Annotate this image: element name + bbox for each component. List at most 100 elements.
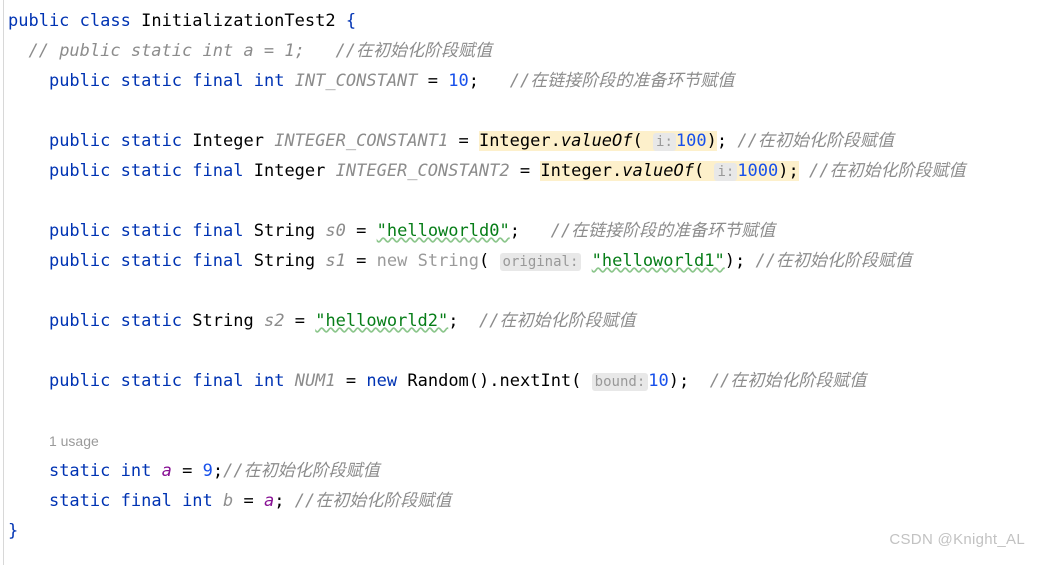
keyword-static: static xyxy=(120,371,183,391)
trailing-comment: //在初始化阶段赋值 xyxy=(335,41,493,61)
code-line-13[interactable]: public static final int NUM1 = new Rando… xyxy=(0,366,1042,396)
code-line-6[interactable]: public static final Integer INTEGER_CONS… xyxy=(0,156,1042,186)
constructor-random: Random() xyxy=(407,371,490,391)
type-integer: Integer xyxy=(253,161,326,181)
field-int-constant: INT_CONSTANT xyxy=(294,71,418,91)
code-line-10-blank xyxy=(0,276,1042,306)
code-line-15[interactable]: 1 usage xyxy=(0,426,1042,456)
operator-assign: = xyxy=(519,161,531,181)
keyword-public: public xyxy=(48,371,111,391)
paren-open: ( xyxy=(571,371,582,391)
keyword-static: static xyxy=(120,161,183,181)
field-integer-constant1: INTEGER_CONSTANT1 xyxy=(274,131,449,151)
code-line-5[interactable]: public static Integer INTEGER_CONSTANT1 … xyxy=(0,126,1042,156)
keyword-final: final xyxy=(192,251,244,271)
usage-count-hint[interactable]: 1 usage xyxy=(49,433,99,449)
code-line-1[interactable]: public class InitializationTest2 { xyxy=(0,6,1042,36)
literal-10: 10 xyxy=(648,371,669,391)
field-num1: NUM1 xyxy=(294,371,336,391)
code-line-18[interactable]: } xyxy=(0,516,1042,546)
operator-assign: = xyxy=(458,131,469,151)
trailing-comment: //在链接阶段的准备环节赋值 xyxy=(550,221,776,241)
string-literal-helloworld0: "helloworld0" xyxy=(376,221,510,241)
code-line-9[interactable]: public static final String s1 = new Stri… xyxy=(0,246,1042,276)
literal-9: 9 xyxy=(202,461,213,481)
semicolon: ; xyxy=(509,221,520,241)
field-b: b xyxy=(223,491,234,511)
semicolon: ; xyxy=(788,161,799,181)
keyword-static: static xyxy=(120,131,183,151)
code-line-17[interactable]: static final int b = a; //在初始化阶段赋值 xyxy=(0,486,1042,516)
operator-assign: = xyxy=(294,311,305,331)
keyword-static: static xyxy=(120,71,183,91)
param-hint-original: original: xyxy=(499,253,582,271)
paren-close: ) xyxy=(724,251,735,271)
trailing-comment: //在初始化阶段赋值 xyxy=(709,371,867,391)
code-line-11[interactable]: public static String s2 = "helloworld2";… xyxy=(0,306,1042,336)
keyword-static: static xyxy=(48,461,111,481)
type-string: String xyxy=(253,251,316,271)
keyword-class: class xyxy=(79,11,131,31)
keyword-static: static xyxy=(120,221,183,241)
type-integer: Integer xyxy=(192,131,264,151)
code-content[interactable]: public class InitializationTest2 { // pu… xyxy=(0,6,1042,546)
semicolon: ; xyxy=(212,461,224,481)
watermark: CSDN @Knight_AL xyxy=(889,531,1025,548)
keyword-public: public xyxy=(48,251,111,271)
code-line-16[interactable]: static int a = 9;//在初始化阶段赋值 xyxy=(0,456,1042,486)
highlight-band: Integer.valueOf( i: 100) xyxy=(478,131,717,151)
semicolon: ; xyxy=(274,491,285,511)
type-string: String xyxy=(253,221,316,241)
operator-assign: = xyxy=(427,71,439,91)
field-integer-constant2: INTEGER_CONSTANT2 xyxy=(335,161,510,181)
dot: . xyxy=(550,131,561,151)
keyword-int: int xyxy=(182,491,213,511)
semicolon: ; xyxy=(468,71,480,91)
trailing-comment: //在链接阶段的准备环节赋值 xyxy=(509,71,735,91)
field-s1: s1 xyxy=(325,251,346,271)
keyword-static: static xyxy=(48,491,111,511)
semicolon: ; xyxy=(678,371,690,391)
keyword-final: final xyxy=(192,161,244,181)
paren-open: ( xyxy=(632,131,643,151)
keyword-public: public xyxy=(48,71,111,91)
keyword-final: final xyxy=(192,71,244,91)
operator-assign: = xyxy=(243,491,254,511)
dot: . xyxy=(612,161,623,181)
param-hint-i: i: xyxy=(653,133,676,151)
field-s0: s0 xyxy=(325,221,346,241)
trailing-comment: //在初始化阶段赋值 xyxy=(755,251,912,271)
string-literal-helloworld1: "helloworld1" xyxy=(591,251,725,271)
method-nextint: nextInt xyxy=(499,371,572,391)
paren-close: ) xyxy=(778,161,789,181)
method-valueof: valueOf xyxy=(622,161,694,181)
operator-assign: = xyxy=(356,251,367,271)
code-line-2[interactable]: // public static int a = 1; //在初始化阶段赋值 xyxy=(0,36,1042,66)
semicolon: ; xyxy=(734,251,746,271)
keyword-int: int xyxy=(253,71,285,91)
code-line-14-blank xyxy=(0,396,1042,426)
string-literal-helloworld2: "helloworld2" xyxy=(315,311,449,331)
literal-100: 100 xyxy=(675,131,707,151)
literal-1000: 1000 xyxy=(737,161,779,181)
keyword-public: public xyxy=(48,221,111,241)
field-a: a xyxy=(161,461,172,481)
keyword-int: int xyxy=(120,461,152,481)
operator-assign: = xyxy=(356,221,367,241)
code-editor[interactable]: public class InitializationTest2 { // pu… xyxy=(0,0,1042,565)
trailing-comment: //在初始化阶段赋值 xyxy=(737,131,894,151)
semicolon: ; xyxy=(448,311,459,331)
brace-close: } xyxy=(8,521,19,541)
literal-10: 10 xyxy=(448,71,469,91)
keyword-int: int xyxy=(253,371,285,391)
code-line-8[interactable]: public static final String s0 = "hellowo… xyxy=(0,216,1042,246)
constructor-string: String xyxy=(417,251,480,271)
code-line-3[interactable]: public static final int INT_CONSTANT = 1… xyxy=(0,66,1042,96)
paren-open: ( xyxy=(479,251,490,271)
keyword-new: new xyxy=(366,371,398,391)
keyword-public: public xyxy=(48,311,111,331)
trailing-comment: //在初始化阶段赋值 xyxy=(223,461,380,481)
brace-open: { xyxy=(345,11,357,31)
code-line-7-blank xyxy=(0,186,1042,216)
trailing-comment: //在初始化阶段赋值 xyxy=(809,161,966,181)
